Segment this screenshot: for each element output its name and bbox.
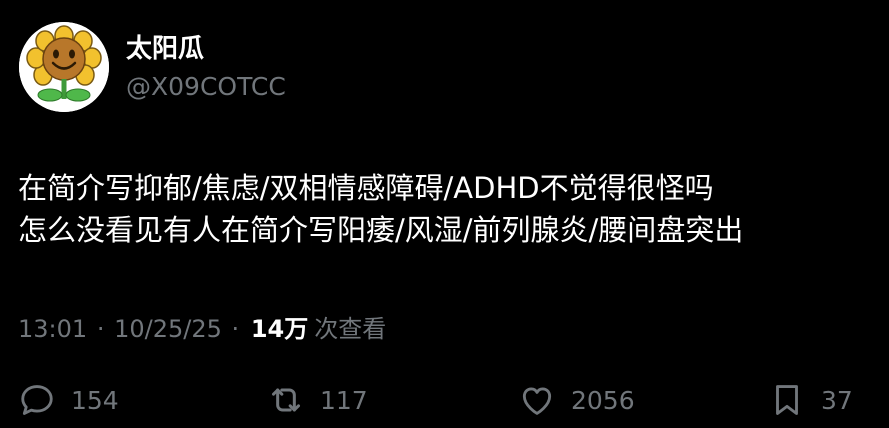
- retweet-count: 117: [320, 385, 368, 415]
- views-label: 次查看: [314, 315, 387, 343]
- tweet-time[interactable]: 13:01: [18, 315, 87, 343]
- reply-count: 154: [71, 385, 119, 415]
- meta-separator: ·: [231, 315, 240, 343]
- views-count[interactable]: 14万: [251, 315, 308, 343]
- heart-icon: [517, 380, 557, 420]
- like-count: 2056: [571, 385, 635, 415]
- tweet-date[interactable]: 10/25/25: [114, 315, 222, 343]
- bookmark-count: 37: [821, 385, 853, 415]
- reply-button[interactable]: 154: [17, 378, 119, 422]
- author-handle[interactable]: @X09COTCC: [126, 72, 286, 102]
- tweet-actions-bar: 154 117 2056 37: [0, 378, 889, 422]
- tweet-text: 在简介写抑郁/焦虑/双相情感障碍/ADHD不觉得很怪吗 怎么没看见有人在简介写阳…: [18, 167, 878, 251]
- bookmark-icon: [767, 380, 807, 420]
- tweet-text-line: 怎么没看见有人在简介写阳痿/风湿/前列腺炎/腰间盘突出: [18, 213, 744, 247]
- retweet-arrows-icon: [266, 380, 306, 420]
- meta-separator: ·: [96, 315, 105, 343]
- avatar[interactable]: [19, 22, 109, 112]
- tweet-meta: 13:01 · 10/25/25 · 14万 次查看: [18, 313, 386, 345]
- like-button[interactable]: 2056: [517, 378, 635, 422]
- reply-bubble-icon: [17, 380, 57, 420]
- author-display-name[interactable]: 太阳瓜: [126, 34, 204, 64]
- retweet-button[interactable]: 117: [266, 378, 368, 422]
- bookmark-button[interactable]: 37: [767, 378, 853, 422]
- sunflower-avatar-icon: [19, 22, 109, 112]
- tweet-text-line: 在简介写抑郁/焦虑/双相情感障碍/ADHD不觉得很怪吗: [18, 171, 714, 205]
